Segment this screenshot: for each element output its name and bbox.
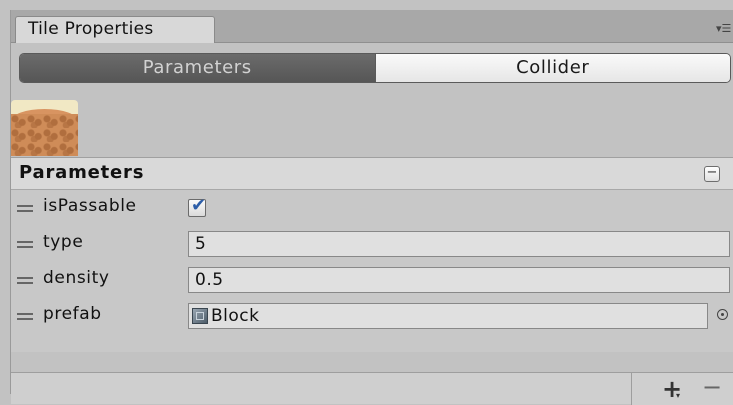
tile-properties-tab[interactable]: Tile Properties <box>15 16 215 43</box>
list-footer: + ▾ − <box>11 372 733 405</box>
parameter-list: isPassable ✔ type 5 density 0.5 prefab B… <box>11 190 733 352</box>
drag-handle-icon[interactable] <box>17 205 33 212</box>
tile-properties-panel: Tile Properties ▾☰ Parameters Collider P… <box>10 10 733 405</box>
list-item-type: type 5 <box>11 226 733 262</box>
dropdown-caret-icon: ▾ <box>676 391 681 400</box>
checkmark-icon: ✔ <box>191 195 207 216</box>
tile-preview-image <box>11 92 78 156</box>
mode-toolbar: Parameters Collider <box>19 53 731 83</box>
prefab-cube-icon <box>192 308 208 324</box>
list-item-ispassable: isPassable ✔ <box>11 190 733 226</box>
collapse-button[interactable]: − <box>704 166 720 182</box>
section-title: Parameters <box>19 162 145 183</box>
drag-handle-icon[interactable] <box>17 277 33 284</box>
drag-handle-icon[interactable] <box>17 313 33 320</box>
field-label: prefab <box>43 304 102 324</box>
tab-collider[interactable]: Collider <box>374 54 730 82</box>
drag-handle-icon[interactable] <box>17 241 33 248</box>
field-label: density <box>43 268 110 288</box>
parameters-section-header: Parameters − <box>11 157 733 190</box>
list-item-density: density 0.5 <box>11 262 733 298</box>
object-picker-icon[interactable] <box>717 309 728 320</box>
panel-tab-bar: Tile Properties ▾☰ <box>11 10 733 43</box>
field-label: type <box>43 232 84 252</box>
field-label: isPassable <box>43 196 137 216</box>
remove-element-button[interactable]: − <box>702 373 722 401</box>
panel-menu-icon[interactable]: ▾☰ <box>716 23 731 34</box>
density-field[interactable]: 0.5 <box>188 267 730 293</box>
prefab-object-field[interactable]: Block <box>188 303 708 329</box>
ispassable-checkbox[interactable]: ✔ <box>188 195 207 217</box>
prefab-value: Block <box>211 306 260 326</box>
tab-parameters[interactable]: Parameters <box>20 54 375 82</box>
type-field[interactable]: 5 <box>188 231 730 257</box>
add-element-button[interactable]: + ▾ <box>662 375 682 403</box>
list-footer-buttons: + ▾ − <box>631 373 733 405</box>
list-item-prefab: prefab Block <box>11 298 733 334</box>
